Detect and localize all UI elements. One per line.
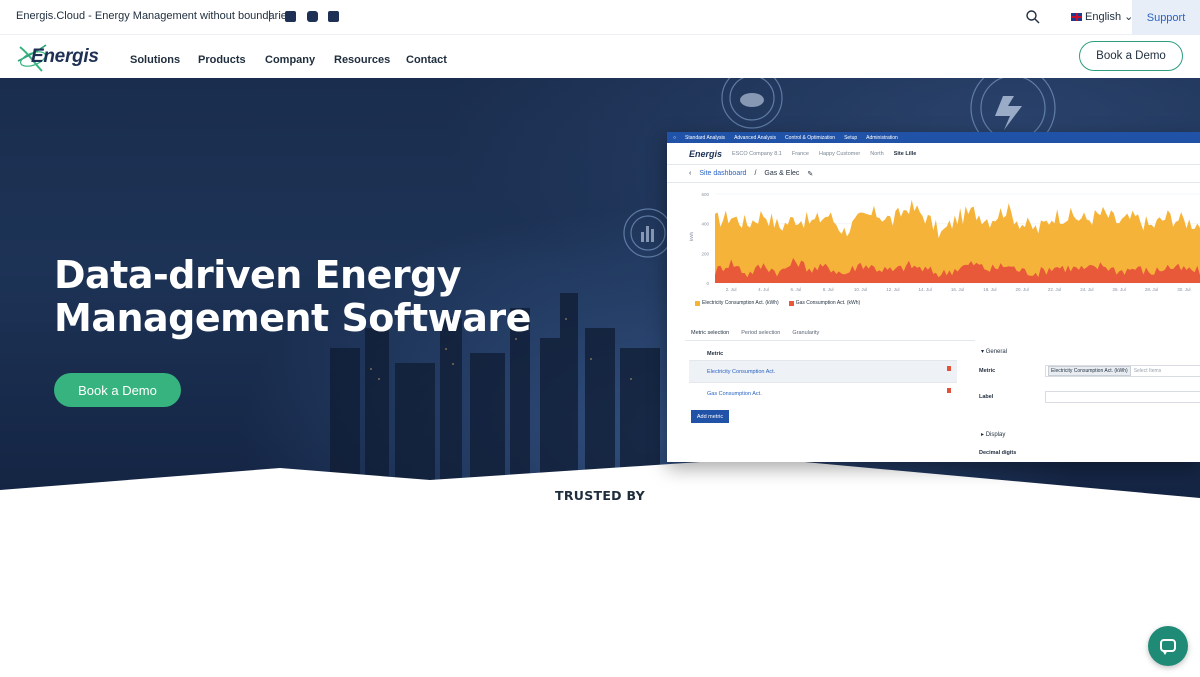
- linkedin-icon[interactable]: [328, 11, 339, 22]
- nav-item-contact[interactable]: Contact: [406, 54, 447, 66]
- breadcrumb-item: France: [791, 150, 809, 157]
- nav-item-products[interactable]: Products: [198, 54, 246, 66]
- x-tick-label: 20. Jul: [1016, 287, 1029, 292]
- hero-title: Data-driven Energy Management Software: [54, 253, 531, 340]
- metric-name: Gas Consumption Act.: [707, 390, 762, 397]
- language-label: English: [1085, 10, 1122, 23]
- x-tick-label: 12. Jul: [886, 287, 899, 292]
- dashboard-breadcrumb: Energis ESCO Company 8.1 France Happy Cu…: [667, 143, 1200, 165]
- book-demo-button-hero[interactable]: Book a Demo: [54, 373, 181, 407]
- legend-item-gas: Gas Consumption Act. (kWh): [788, 300, 860, 306]
- x-tick-label: 26. Jul: [1113, 287, 1126, 292]
- breadcrumb-item: Happy Customer: [818, 150, 861, 157]
- main-nav: Energis Solutions Products Company Resou…: [0, 35, 1200, 78]
- dashboard-menu-icon: ○: [673, 134, 677, 141]
- nav-item-resources[interactable]: Resources: [334, 54, 390, 66]
- breadcrumb-item: ESCO Company 8.1: [732, 150, 782, 157]
- metric-select-field: Electricity Consumption Act. (kWh) Selec…: [1045, 365, 1200, 377]
- back-arrow-icon: ‹: [689, 170, 692, 177]
- chart-legend: Electricity Consumption Act. (kWh) Gas C…: [695, 300, 860, 306]
- x-tick-label: 14. Jul: [919, 287, 932, 292]
- breadcrumb-item-current: Site Lille: [893, 150, 917, 157]
- display-label: Display: [985, 432, 1006, 438]
- dashboard-menu-item: Administration: [866, 134, 898, 141]
- label-input: [1045, 391, 1200, 403]
- dashboard-menu-item: Advanced Analysis: [734, 134, 777, 141]
- add-metric-button: Add metric: [691, 410, 729, 423]
- dashboard-menu-item: Setup: [844, 134, 858, 141]
- metric-list: Metric Electricity Consumption Act. Gas …: [689, 348, 957, 423]
- book-demo-button-nav[interactable]: Book a Demo: [1079, 41, 1183, 71]
- x-tick-label: 2. Jul: [726, 287, 737, 292]
- top-bar: Energis.Cloud - Energy Management withou…: [0, 0, 1200, 35]
- breadcrumb-item: North: [870, 150, 884, 157]
- site-dashboard-link: Site dashboard: [699, 170, 747, 177]
- view-current: Gas & Elec: [764, 170, 800, 177]
- nav-item-solutions[interactable]: Solutions: [130, 54, 180, 66]
- tagline-separator: |: [268, 8, 272, 22]
- tab-metric-selection: Metric selection: [691, 330, 730, 336]
- metric-name: Electricity Consumption Act.: [707, 368, 776, 375]
- metric-row: Electricity Consumption Act.: [689, 360, 957, 382]
- metric-field-label: Metric: [979, 368, 996, 374]
- x-tick-label: 28. Jul: [1145, 287, 1158, 292]
- dashboard-logo: Energis: [689, 148, 723, 159]
- tab-granularity: Granularity: [792, 330, 820, 336]
- metric-list-header: Metric: [707, 351, 724, 357]
- delete-icon: [947, 388, 951, 393]
- x-tick-label: 24. Jul: [1080, 287, 1093, 292]
- legend-item-electricity: Electricity Consumption Act. (kWh): [695, 300, 779, 306]
- y-tick-label: 400: [701, 222, 709, 227]
- breadcrumb-slash: /: [754, 170, 757, 177]
- dashboard-menu-bar: ○ Standard Analysis Advanced Analysis Co…: [667, 132, 1200, 143]
- email-icon[interactable]: [285, 11, 296, 22]
- chat-bubble-tail: [1162, 650, 1168, 655]
- display-section: ▸ Display: [981, 432, 1006, 438]
- uk-flag-icon: [1071, 12, 1082, 21]
- x-tick-label: 6. Jul: [790, 287, 801, 292]
- dashboard-menu-item: Standard Analysis: [685, 134, 726, 141]
- general-label: General: [985, 349, 1008, 355]
- dashboard-preview: ○ Standard Analysis Advanced Analysis Co…: [667, 132, 1200, 462]
- label-field-label: Label: [979, 394, 994, 400]
- support-link[interactable]: Support: [1132, 0, 1200, 35]
- x-tick-label: 22. Jul: [1048, 287, 1061, 292]
- x-tick-label: 18. Jul: [983, 287, 996, 292]
- y-tick-label: 200: [701, 251, 709, 256]
- x-tick-label: 16. Jul: [951, 287, 964, 292]
- delete-icon: [947, 366, 951, 371]
- trusted-by-heading: TRUSTED BY: [555, 488, 645, 503]
- edit-pencil-icon: ✎: [807, 170, 814, 178]
- dashboard-menu-item: Control & Optimization: [785, 134, 836, 141]
- y-axis-label: kWh: [689, 232, 694, 241]
- x-tick-label: 30. Jul: [1177, 287, 1190, 292]
- metric-settings-panel: ▾ General Metric Electricity Consumption…: [975, 348, 1200, 456]
- language-selector[interactable]: English ⌄: [1071, 10, 1133, 23]
- dashboard-view-row: ‹ Site dashboard / Gas & Elec ✎: [667, 165, 1200, 183]
- x-tick-label: 10. Jul: [854, 287, 867, 292]
- dashboard-settings-tabs: Metric selection Period selection Granul…: [685, 326, 975, 341]
- chat-button[interactable]: [1148, 626, 1188, 666]
- hero-section: Data-driven Energy Management Software B…: [0, 78, 1200, 498]
- metric-chip: Electricity Consumption Act. (kWh): [1048, 366, 1131, 376]
- general-section: ▾ General: [981, 349, 1008, 355]
- search-icon[interactable]: [1025, 9, 1041, 25]
- logo-text: Energis: [31, 46, 99, 67]
- decimal-digits-label: Decimal digits: [979, 450, 1017, 456]
- nav-item-company[interactable]: Company: [265, 54, 315, 66]
- tagline: Energis.Cloud - Energy Management withou…: [16, 10, 293, 22]
- metric-row: Gas Consumption Act.: [689, 382, 957, 404]
- x-tick-label: 8. Jul: [823, 287, 834, 292]
- tab-period-selection: Period selection: [741, 330, 781, 336]
- y-tick-label: 0: [706, 281, 709, 286]
- x-tick-label: 4. Jul: [758, 287, 769, 292]
- youtube-icon[interactable]: [307, 11, 318, 22]
- metric-placeholder: Select Items: [1133, 368, 1162, 374]
- consumption-chart: 600 400 200 0 kWh 2. Jul 4. Jul 6. Jul 8. Jul 10.…: [689, 192, 1200, 292]
- y-tick-label: 600: [701, 192, 709, 197]
